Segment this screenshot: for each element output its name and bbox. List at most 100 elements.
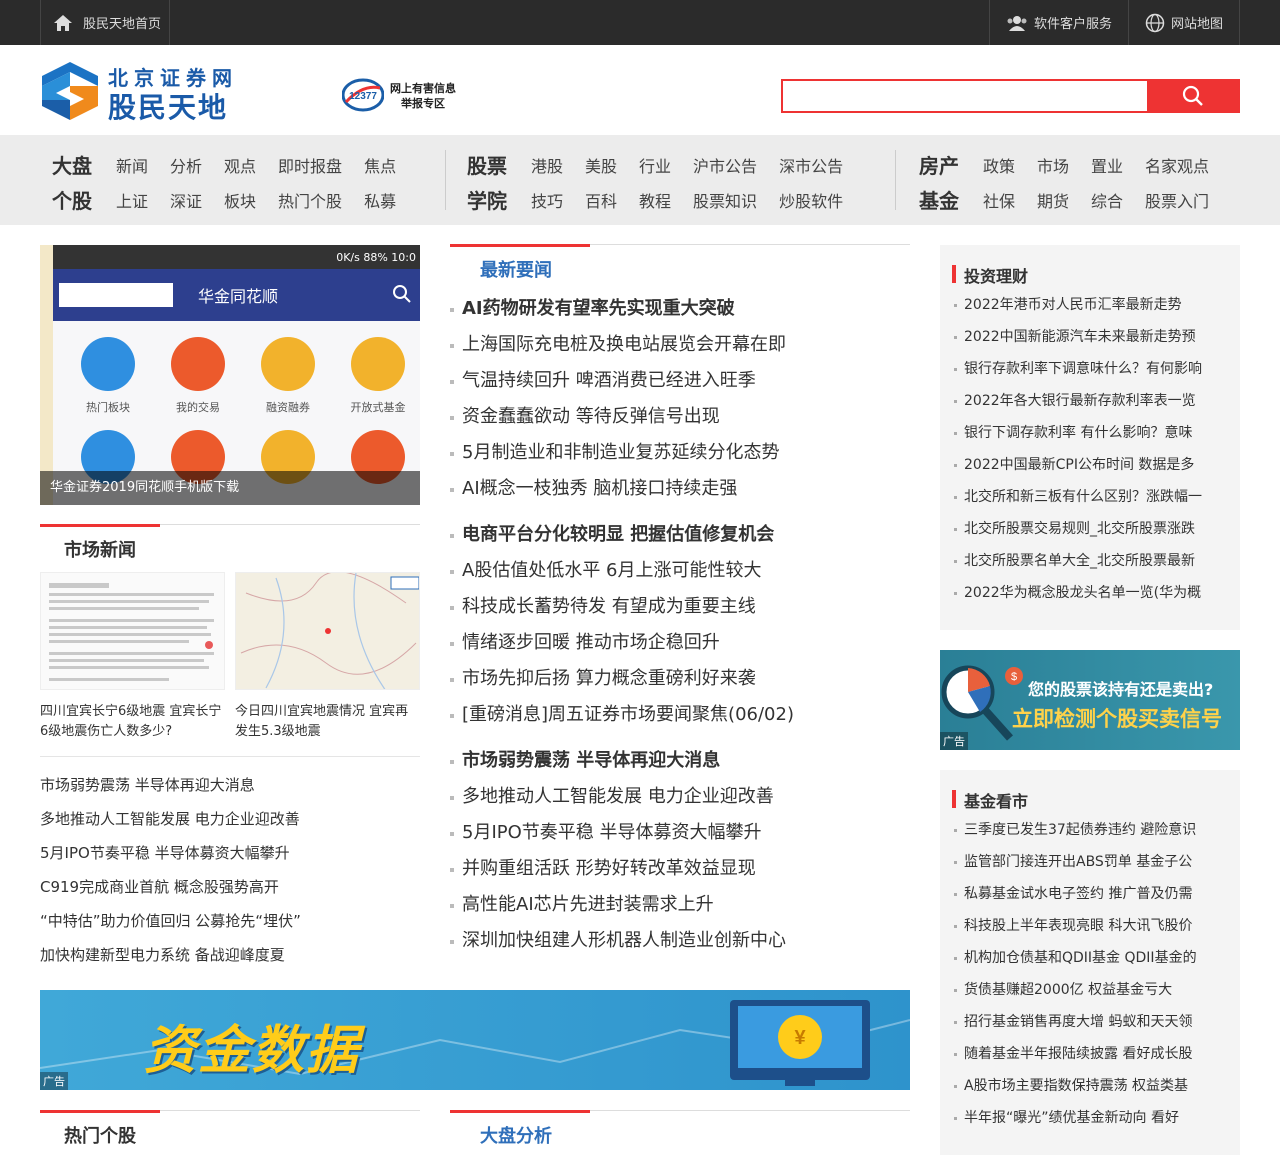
- nav-link[interactable]: 深市公告: [779, 153, 843, 177]
- list-item[interactable]: 气温持续回升 啤酒消费已经进入旺季: [450, 363, 756, 399]
- list-item[interactable]: C919完成商业首航 概念股强势高开: [40, 870, 420, 904]
- nav-link[interactable]: 置业: [1091, 153, 1123, 177]
- nav-link[interactable]: 分析: [170, 153, 202, 177]
- list-item[interactable]: 2022年港币对人民币汇率最新走势: [952, 289, 1232, 321]
- nav-link[interactable]: 新闻: [116, 153, 148, 177]
- nav-head-gegu[interactable]: 个股: [52, 185, 116, 214]
- nav-head-jijin[interactable]: 基金: [919, 185, 983, 214]
- nav-link[interactable]: 上证: [116, 188, 148, 212]
- list-item[interactable]: 情绪逐步回暖 推动市场企稳回升: [450, 625, 720, 661]
- thumbnail-caption[interactable]: 四川宜宾长宁6级地震 宜宾长宁6级地震伤亡人数多少?: [40, 702, 225, 742]
- list-item[interactable]: 市场先抑后扬 算力概念重磅利好来袭: [450, 661, 756, 697]
- nav-link[interactable]: 焦点: [364, 153, 396, 177]
- list-item[interactable]: 上海国际充电桩及换电站展览会开幕在即: [450, 327, 786, 363]
- list-item[interactable]: 深圳加快组建人形机器人制造业创新中心: [450, 923, 786, 959]
- nav-link[interactable]: 美股: [585, 153, 617, 177]
- search-button[interactable]: [1147, 81, 1238, 111]
- open-fund-icon: [351, 337, 405, 391]
- market-news-title[interactable]: 市场新闻: [64, 536, 136, 562]
- nav-link[interactable]: 股票入门: [1145, 188, 1209, 212]
- list-item[interactable]: 科技成长蓄势待发 有望成为重要主线: [450, 589, 756, 625]
- list-item[interactable]: 5月制造业和非制造业复苏延续分化态势: [450, 435, 779, 471]
- news-thumbnail[interactable]: [235, 572, 420, 690]
- home-link[interactable]: 股民天地首页: [40, 0, 170, 45]
- featured-slider[interactable]: 0K/s 88% 10:0 华金同花顺 热门板块 我的交易 融资融券 开放式基金…: [40, 245, 420, 505]
- list-item[interactable]: 加快构建新型电力系统 备战迎峰度夏: [40, 938, 420, 972]
- list-item[interactable]: AI概念一枝独秀 脑机接口持续走强: [450, 471, 737, 507]
- nav-link[interactable]: 名家观点: [1145, 153, 1209, 177]
- list-item[interactable]: 银行下调存款利率 有什么影响？意味: [952, 417, 1232, 449]
- stock-signal-ad[interactable]: $ 您的股票该持有还是卖出? 立即检测个股买卖信号 广告: [940, 650, 1240, 750]
- news-thumbnail[interactable]: [40, 572, 225, 690]
- list-item[interactable]: 机构加仓债基和QDII基金 QDII基金的: [952, 942, 1232, 974]
- nav-link[interactable]: 板块: [224, 188, 256, 212]
- site-logo[interactable]: 北京证券网 股民天地: [42, 60, 262, 124]
- list-item[interactable]: A股估值处低水平 6月上涨可能性较大: [450, 553, 762, 589]
- list-item[interactable]: 2022中国新能源汽车未来最新走势预: [952, 321, 1232, 353]
- list-item[interactable]: 监管部门接连开出ABS罚单 基金子公: [952, 846, 1232, 878]
- headline-item[interactable]: 市场弱势震荡 半导体再迎大消息: [450, 743, 720, 779]
- list-item[interactable]: 银行存款利率下调意味什么？有何影响: [952, 353, 1232, 385]
- headline-item[interactable]: AI药物研发有望率先实现重大突破: [450, 291, 735, 327]
- fund-title[interactable]: 基金看市: [952, 788, 1028, 812]
- ad-line2: 立即检测个股买卖信号: [1012, 707, 1222, 731]
- nav-head-gupiao[interactable]: 股票: [467, 150, 531, 179]
- hot-stocks-title[interactable]: 热门个股: [64, 1122, 136, 1148]
- list-item[interactable]: 高性能AI芯片先进封装需求上升: [450, 887, 714, 923]
- thumbnail-caption[interactable]: 今日四川宜宾地震情况 宜宾再发生5.3级地震: [235, 702, 420, 742]
- sitemap-link[interactable]: 网站地图: [1127, 0, 1240, 45]
- list-item[interactable]: 2022华为概念股龙头名单一览(华为概: [952, 577, 1232, 609]
- nav-link[interactable]: 即时报盘: [278, 153, 342, 177]
- list-item[interactable]: 北交所和新三板有什么区别？涨跌幅一: [952, 481, 1232, 513]
- list-item[interactable]: 2022年各大银行最新存款利率表一览: [952, 385, 1232, 417]
- list-item[interactable]: 北交所股票名单大全_北交所股票最新: [952, 545, 1232, 577]
- list-item[interactable]: 多地推动人工智能发展 电力企业迎改善: [450, 779, 774, 815]
- list-item[interactable]: 5月IPO节奏平稳 半导体募资大幅攀升: [40, 836, 420, 870]
- customer-service-link[interactable]: 软件客户服务: [988, 0, 1128, 45]
- list-item[interactable]: 北交所股票交易规则_北交所股票涨跌: [952, 513, 1232, 545]
- list-item[interactable]: 5月IPO节奏平稳 半导体募资大幅攀升: [450, 815, 762, 851]
- list-item[interactable]: “中特估”助力价值回归 公募抢先“埋伏”: [40, 904, 420, 938]
- nav-link[interactable]: 百科: [585, 188, 617, 212]
- nav-link[interactable]: 技巧: [531, 188, 563, 212]
- headline-item[interactable]: 电商平台分化较明显 把握估值修复机会: [450, 517, 774, 553]
- nav-link[interactable]: 行业: [639, 153, 671, 177]
- list-item[interactable]: 资金蠢蠢欲动 等待反弹信号出现: [450, 399, 720, 435]
- nav-head-dapan[interactable]: 大盘: [52, 150, 116, 179]
- list-item[interactable]: 市场弱势震荡 半导体再迎大消息: [40, 768, 420, 802]
- list-item[interactable]: [重磅消息]周五证券市场要闻聚焦(06/02): [450, 697, 794, 733]
- nav-link[interactable]: 政策: [983, 153, 1015, 177]
- nav-link[interactable]: 港股: [531, 153, 563, 177]
- nav-link[interactable]: 沪市公告: [693, 153, 757, 177]
- list-item[interactable]: 三季度已发生37起债券违约 避险意识: [952, 814, 1232, 846]
- list-item[interactable]: 随着基金半年报陆续披露 看好成长股: [952, 1038, 1232, 1070]
- nav-link[interactable]: 私募: [364, 188, 396, 212]
- nav-link[interactable]: 市场: [1037, 153, 1069, 177]
- nav-link[interactable]: 综合: [1091, 188, 1123, 212]
- nav-link[interactable]: 观点: [224, 153, 256, 177]
- list-item[interactable]: 并购重组活跃 形势好转改革效益显现: [450, 851, 756, 887]
- list-item[interactable]: 科技股上半年表现亮眼 科大讯飞股价: [952, 910, 1232, 942]
- invest-title[interactable]: 投资理财: [952, 263, 1028, 287]
- fund-data-ad[interactable]: ¥ 资金数据 广告: [40, 990, 910, 1090]
- list-item[interactable]: 半年报“曝光”绩优基金新动向 看好: [952, 1102, 1232, 1134]
- nav-head-xueyuan[interactable]: 学院: [467, 185, 531, 214]
- harmful-info-report-link[interactable]: 12377 网上有害信息 举报专区: [342, 78, 472, 114]
- nav-link[interactable]: 股票知识: [693, 188, 757, 212]
- list-item[interactable]: 货债基赚超2000亿 权益基金亏大: [952, 974, 1232, 1006]
- nav-link[interactable]: 热门个股: [278, 188, 342, 212]
- market-analysis-title[interactable]: 大盘分析: [480, 1122, 552, 1148]
- nav-link[interactable]: 期货: [1037, 188, 1069, 212]
- list-item[interactable]: 2022中国最新CPI公布时间 数据是多: [952, 449, 1232, 481]
- list-item[interactable]: 招行基金销售再度大增 蚂蚁和天天领: [952, 1006, 1232, 1038]
- nav-link[interactable]: 炒股软件: [779, 188, 843, 212]
- latest-news-title[interactable]: 最新要闻: [480, 256, 552, 282]
- list-item[interactable]: 多地推动人工智能发展 电力企业迎改善: [40, 802, 420, 836]
- nav-link[interactable]: 社保: [983, 188, 1015, 212]
- search-input[interactable]: [783, 81, 1147, 111]
- nav-head-fangchan[interactable]: 房产: [919, 150, 983, 179]
- nav-link[interactable]: 教程: [639, 188, 671, 212]
- nav-link[interactable]: 深证: [170, 188, 202, 212]
- list-item[interactable]: 私募基金试水电子签约 推广普及仍需: [952, 878, 1232, 910]
- list-item[interactable]: A股市场主要指数保持震荡 权益类基: [952, 1070, 1232, 1102]
